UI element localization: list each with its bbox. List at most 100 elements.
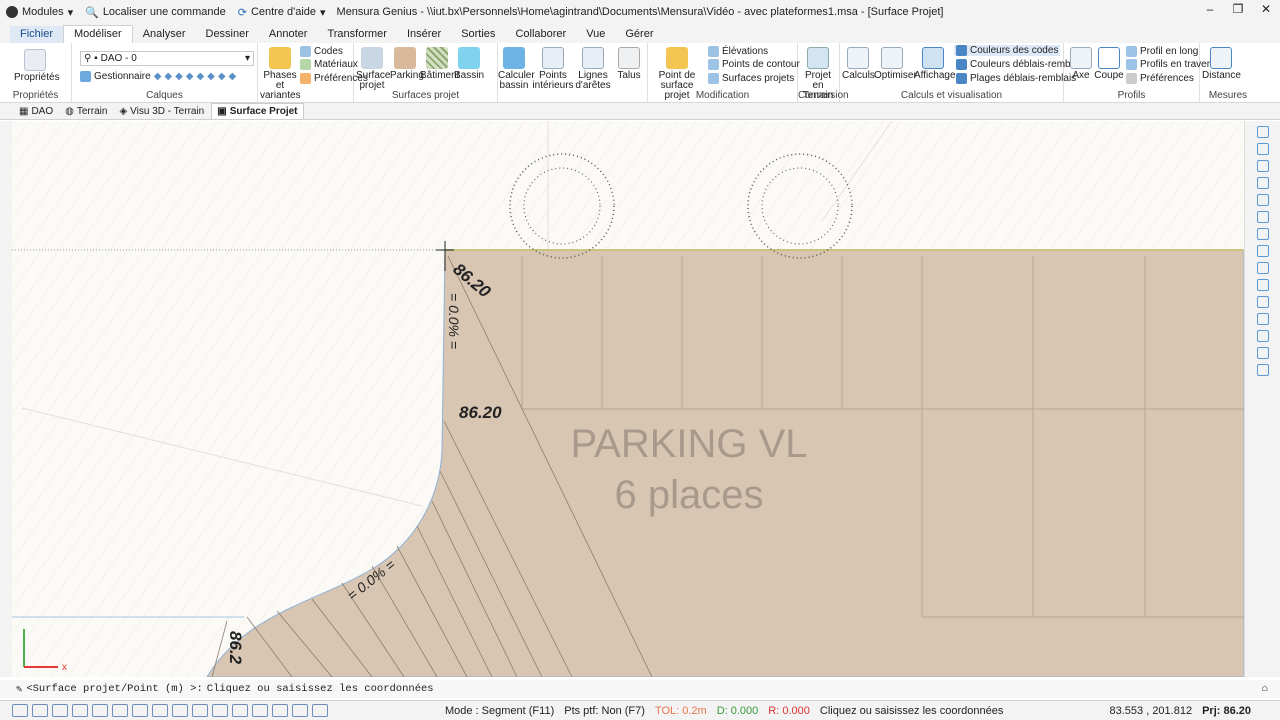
surface-projet-button[interactable]: Surface projet [356, 47, 390, 91]
lignes-aretes-button[interactable]: Lignes d'arêtes [574, 47, 612, 91]
cross-profile-icon [1126, 59, 1137, 70]
profil-en-long-button[interactable]: Profil en long [1126, 46, 1198, 57]
grid-icon[interactable] [1256, 364, 1269, 376]
view-top-icon[interactable] [1256, 279, 1269, 291]
polar-icon[interactable] [172, 704, 188, 717]
calculer-bassin-button[interactable]: Calculer bassin [498, 47, 535, 91]
close-icon[interactable]: ✕ [1252, 0, 1280, 20]
optimiser-button[interactable]: Optimiser [874, 47, 917, 81]
menu-annoter[interactable]: Annoter [259, 26, 318, 43]
properties-icon [24, 49, 46, 71]
zoom-icon[interactable] [1256, 126, 1269, 138]
talus-button[interactable]: Talus [614, 47, 644, 81]
menu-collaborer[interactable]: Collaborer [505, 26, 576, 43]
transparency-icon[interactable] [252, 704, 268, 717]
layer-state-icon[interactable] [272, 704, 288, 717]
proprietes-button[interactable]: Propriétés [14, 49, 60, 83]
zoom-out-icon[interactable] [1256, 177, 1269, 189]
view-side-icon[interactable] [1256, 313, 1269, 325]
status-pts[interactable]: Pts ptf: Non (F7) [559, 705, 650, 717]
layer-select[interactable]: ⚲ ▪ DAO - 0 ▾ [80, 51, 254, 66]
elevation-label-bottom: 86.2 [226, 631, 245, 665]
menu-gerer[interactable]: Gérer [615, 26, 663, 43]
gestionnaire-button[interactable]: Gestionnaire ◆◆◆◆◆◆◆◆ [80, 71, 239, 82]
zoom-extents-icon[interactable] [1256, 228, 1269, 240]
codes-button[interactable]: Codes [300, 46, 343, 57]
help-center[interactable]: ⟳ Centre d'aide ▾ [232, 6, 332, 19]
3d-snap-icon[interactable] [192, 704, 208, 717]
left-strip [0, 121, 12, 677]
codes-icon [300, 46, 311, 57]
modules-menu[interactable]: Modules ▾ [0, 6, 79, 19]
group-outils: Calculer bassin Points intérieurs Lignes d'… [498, 43, 648, 103]
axe-button[interactable]: Axe [1068, 47, 1094, 81]
command-input[interactable]: Cliquez ou saisissez les coordonnées [207, 683, 434, 695]
plages-deblais-button[interactable]: Plages déblais-remblais [956, 73, 1076, 84]
command-prompt: <Surface projet/Point (m) >: [26, 683, 203, 695]
menu-vue[interactable]: Vue [576, 26, 615, 43]
affichage-button[interactable]: Affichage [914, 47, 956, 81]
ortho-icon[interactable] [12, 704, 28, 717]
materiaux-button[interactable]: Matériaux [300, 59, 358, 70]
tab-dao[interactable]: ▦ DAO [14, 103, 58, 119]
tab-terrain[interactable]: ◍ Terrain [60, 103, 112, 119]
coupe-button[interactable]: Coupe [1094, 47, 1124, 81]
tab-visu-3d[interactable]: ◈ Visu 3D - Terrain [114, 103, 209, 119]
bassin-button[interactable]: Bassin [454, 47, 484, 81]
calculs-button[interactable]: Calculs [842, 47, 875, 81]
status-tol[interactable]: TOL: 0.2m [650, 705, 712, 717]
distance-button[interactable]: Distance [1202, 47, 1241, 81]
zoom-window-icon[interactable] [1256, 143, 1269, 155]
drawing-canvas[interactable]: 86.20 = 0.0% = 86.20 = 0.0% = 86.2 PARKI… [12, 121, 1244, 677]
drawing-svg: 86.20 = 0.0% = 86.20 = 0.0% = 86.2 PARKI… [12, 121, 1244, 677]
materials-icon [300, 59, 311, 70]
rotate-icon[interactable] [1256, 211, 1269, 223]
select-icon[interactable] [112, 704, 128, 717]
snap-icon[interactable] [1256, 330, 1269, 342]
points-interieurs-button[interactable]: Points intérieurs [532, 47, 574, 91]
pan-icon[interactable] [1256, 194, 1269, 206]
surfaces-icon [708, 73, 719, 84]
command-search[interactable]: 🔍 Localiser une commande [79, 6, 232, 19]
home-icon[interactable]: ⌂ [1262, 683, 1268, 695]
maximize-icon[interactable]: ❐ [1224, 0, 1252, 20]
annotation-icon[interactable] [292, 704, 308, 717]
zoom-previous-icon[interactable] [1256, 245, 1269, 257]
batiment-button[interactable]: Bâtiment [420, 47, 459, 81]
parking-subtitle: 6 places [615, 473, 764, 517]
menu-inserer[interactable]: Insérer [397, 26, 451, 43]
status-mode[interactable]: Mode : Segment (F11) [440, 705, 559, 717]
elevations-button[interactable]: Élévations [708, 46, 768, 57]
minimize-icon[interactable]: – [1196, 0, 1224, 20]
orbit-icon[interactable] [1256, 262, 1269, 274]
command-line[interactable]: ✎ <Surface projet/Point (m) >: Cliquez o… [0, 680, 1280, 698]
refresh-icon[interactable] [132, 704, 148, 717]
menu-transformer[interactable]: Transformer [317, 26, 397, 43]
parking-title: PARKING VL [570, 422, 807, 466]
menu-analyser[interactable]: Analyser [133, 26, 196, 43]
magnet-icon[interactable] [1256, 347, 1269, 359]
tab-surface-projet[interactable]: ▣ Surface Projet [211, 103, 304, 119]
lineweight-icon[interactable] [232, 704, 248, 717]
3d-view-icon[interactable] [72, 704, 88, 717]
menu-modeliser[interactable]: Modéliser [63, 25, 133, 43]
status-d: D: 0.000 [716, 704, 759, 717]
ucs-icon[interactable] [212, 704, 228, 717]
status-coords: 83.553 , 201.812 [1109, 704, 1193, 717]
parking-button[interactable]: Parking [390, 47, 424, 81]
menu-fichier[interactable]: Fichier [10, 26, 64, 43]
zoom-in-icon[interactable] [1256, 160, 1269, 172]
profils-preferences-button[interactable]: Préférences [1126, 73, 1194, 84]
points-contour-button[interactable]: Points de contour [708, 59, 800, 70]
arc-icon[interactable] [92, 704, 108, 717]
isolate-icon[interactable] [312, 704, 328, 717]
surfaces-projets-button[interactable]: Surfaces projets [708, 73, 794, 84]
menu-dessiner[interactable]: Dessiner [196, 26, 259, 43]
menu-sorties[interactable]: Sorties [451, 26, 505, 43]
phases-variantes-button[interactable]: Phases et variantes [260, 47, 301, 101]
view-front-icon[interactable] [1256, 296, 1269, 308]
couleurs-codes-button[interactable]: Couleurs des codes [954, 45, 1061, 56]
table-icon[interactable] [52, 704, 68, 717]
snap-object-icon[interactable] [152, 704, 168, 717]
grid-snap-icon[interactable] [32, 704, 48, 717]
